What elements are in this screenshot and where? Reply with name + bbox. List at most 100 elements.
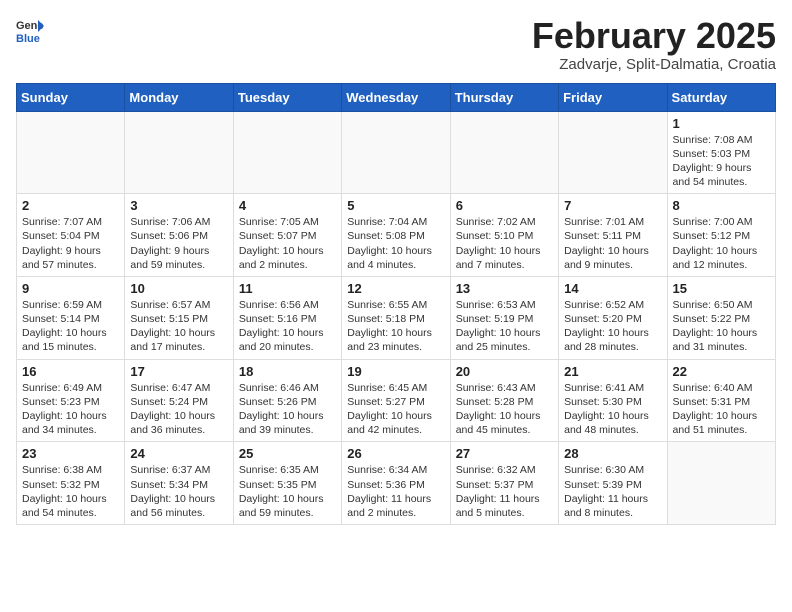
- day-number: 2: [22, 198, 119, 213]
- day-number: 15: [673, 281, 770, 296]
- day-number: 22: [673, 364, 770, 379]
- cell-daylight-info: Sunrise: 7:00 AM Sunset: 5:12 PM Dayligh…: [673, 215, 770, 272]
- calendar-cell: 25 Sunrise: 6:35 AM Sunset: 5:35 PM Dayli…: [233, 442, 341, 525]
- day-number: 18: [239, 364, 336, 379]
- cell-daylight-info: Sunrise: 7:08 AM Sunset: 5:03 PM Dayligh…: [673, 133, 770, 190]
- calendar-cell: 22 Sunrise: 6:40 AM Sunset: 5:31 PM Dayli…: [667, 359, 775, 442]
- calendar-week-row: 16 Sunrise: 6:49 AM Sunset: 5:23 PM Dayli…: [17, 359, 776, 442]
- calendar-cell: [667, 442, 775, 525]
- weekday-header: Saturday: [667, 83, 775, 111]
- calendar-cell: 21 Sunrise: 6:41 AM Sunset: 5:30 PM Dayli…: [559, 359, 667, 442]
- day-number: 4: [239, 198, 336, 213]
- day-number: 10: [130, 281, 227, 296]
- day-number: 8: [673, 198, 770, 213]
- cell-daylight-info: Sunrise: 6:38 AM Sunset: 5:32 PM Dayligh…: [22, 463, 119, 520]
- cell-daylight-info: Sunrise: 6:49 AM Sunset: 5:23 PM Dayligh…: [22, 381, 119, 438]
- calendar-cell: 10 Sunrise: 6:57 AM Sunset: 5:15 PM Dayli…: [125, 276, 233, 359]
- cell-daylight-info: Sunrise: 7:04 AM Sunset: 5:08 PM Dayligh…: [347, 215, 444, 272]
- day-number: 20: [456, 364, 553, 379]
- calendar-cell: 24Sunrise: 6:37 AM Sunset: 5:34 PM Dayli…: [125, 442, 233, 525]
- cell-daylight-info: Sunrise: 6:53 AM Sunset: 5:19 PM Dayligh…: [456, 298, 553, 355]
- day-number: 14: [564, 281, 661, 296]
- calendar-cell: 18Sunrise: 6:46 AM Sunset: 5:26 PM Dayli…: [233, 359, 341, 442]
- cell-daylight-info: Sunrise: 6:34 AM Sunset: 5:36 PM Dayligh…: [347, 463, 444, 520]
- calendar-week-row: 1 Sunrise: 7:08 AM Sunset: 5:03 PM Daylig…: [17, 111, 776, 194]
- cell-daylight-info: Sunrise: 7:02 AM Sunset: 5:10 PM Dayligh…: [456, 215, 553, 272]
- calendar-week-row: 2 Sunrise: 7:07 AM Sunset: 5:04 PM Daylig…: [17, 194, 776, 277]
- calendar-cell: [342, 111, 450, 194]
- calendar-cell: 20 Sunrise: 6:43 AM Sunset: 5:28 PM Dayli…: [450, 359, 558, 442]
- calendar-cell: 2 Sunrise: 7:07 AM Sunset: 5:04 PM Daylig…: [17, 194, 125, 277]
- calendar-cell: 8 Sunrise: 7:00 AM Sunset: 5:12 PM Daylig…: [667, 194, 775, 277]
- weekday-header: Wednesday: [342, 83, 450, 111]
- calendar-cell: 28Sunrise: 6:30 AM Sunset: 5:39 PM Dayli…: [559, 442, 667, 525]
- svg-text:Blue: Blue: [16, 33, 40, 44]
- day-number: 23: [22, 446, 119, 461]
- calendar-cell: 1 Sunrise: 7:08 AM Sunset: 5:03 PM Daylig…: [667, 111, 775, 194]
- weekday-header-row: SundayMondayTuesdayWednesdayThursdayFrid…: [17, 83, 776, 111]
- day-number: 17: [130, 364, 227, 379]
- calendar-cell: 16 Sunrise: 6:49 AM Sunset: 5:23 PM Dayli…: [17, 359, 125, 442]
- calendar-cell: 6Sunrise: 7:02 AM Sunset: 5:10 PM Daylig…: [450, 194, 558, 277]
- weekday-header: Tuesday: [233, 83, 341, 111]
- cell-daylight-info: Sunrise: 6:30 AM Sunset: 5:39 PM Dayligh…: [564, 463, 661, 520]
- logo-icon: General Blue: [16, 16, 44, 44]
- cell-daylight-info: Sunrise: 7:01 AM Sunset: 5:11 PM Dayligh…: [564, 215, 661, 272]
- day-number: 26: [347, 446, 444, 461]
- weekday-header: Thursday: [450, 83, 558, 111]
- calendar-cell: 5 Sunrise: 7:04 AM Sunset: 5:08 PM Daylig…: [342, 194, 450, 277]
- calendar-cell: 14 Sunrise: 6:52 AM Sunset: 5:20 PM Dayli…: [559, 276, 667, 359]
- cell-daylight-info: Sunrise: 6:43 AM Sunset: 5:28 PM Dayligh…: [456, 381, 553, 438]
- day-number: 11: [239, 281, 336, 296]
- weekday-header: Monday: [125, 83, 233, 111]
- calendar-cell: 27Sunrise: 6:32 AM Sunset: 5:37 PM Dayli…: [450, 442, 558, 525]
- cell-daylight-info: Sunrise: 6:50 AM Sunset: 5:22 PM Dayligh…: [673, 298, 770, 355]
- calendar-cell: [233, 111, 341, 194]
- calendar-cell: 13 Sunrise: 6:53 AM Sunset: 5:19 PM Dayli…: [450, 276, 558, 359]
- location-subtitle: Zadvarje, Split-Dalmatia, Croatia: [532, 56, 776, 73]
- cell-daylight-info: Sunrise: 6:52 AM Sunset: 5:20 PM Dayligh…: [564, 298, 661, 355]
- calendar-cell: 7 Sunrise: 7:01 AM Sunset: 5:11 PM Daylig…: [559, 194, 667, 277]
- calendar-cell: 3 Sunrise: 7:06 AM Sunset: 5:06 PM Daylig…: [125, 194, 233, 277]
- calendar-cell: 19 Sunrise: 6:45 AM Sunset: 5:27 PM Dayli…: [342, 359, 450, 442]
- day-number: 21: [564, 364, 661, 379]
- cell-daylight-info: Sunrise: 6:56 AM Sunset: 5:16 PM Dayligh…: [239, 298, 336, 355]
- day-number: 3: [130, 198, 227, 213]
- cell-daylight-info: Sunrise: 6:55 AM Sunset: 5:18 PM Dayligh…: [347, 298, 444, 355]
- calendar-cell: 11 Sunrise: 6:56 AM Sunset: 5:16 PM Dayli…: [233, 276, 341, 359]
- calendar-week-row: 23 Sunrise: 6:38 AM Sunset: 5:32 PM Dayli…: [17, 442, 776, 525]
- calendar-table: SundayMondayTuesdayWednesdayThursdayFrid…: [16, 83, 776, 525]
- day-number: 25: [239, 446, 336, 461]
- weekday-header: Friday: [559, 83, 667, 111]
- day-number: 7: [564, 198, 661, 213]
- day-number: 16: [22, 364, 119, 379]
- calendar-cell: [450, 111, 558, 194]
- day-number: 1: [673, 116, 770, 131]
- day-number: 19: [347, 364, 444, 379]
- calendar-cell: [17, 111, 125, 194]
- cell-daylight-info: Sunrise: 7:05 AM Sunset: 5:07 PM Dayligh…: [239, 215, 336, 272]
- calendar-cell: 9Sunrise: 6:59 AM Sunset: 5:14 PM Daylig…: [17, 276, 125, 359]
- day-number: 5: [347, 198, 444, 213]
- day-number: 13: [456, 281, 553, 296]
- calendar-cell: 15 Sunrise: 6:50 AM Sunset: 5:22 PM Dayli…: [667, 276, 775, 359]
- logo: General Blue: [16, 16, 44, 44]
- cell-daylight-info: Sunrise: 7:07 AM Sunset: 5:04 PM Dayligh…: [22, 215, 119, 272]
- cell-daylight-info: Sunrise: 6:45 AM Sunset: 5:27 PM Dayligh…: [347, 381, 444, 438]
- cell-daylight-info: Sunrise: 6:35 AM Sunset: 5:35 PM Dayligh…: [239, 463, 336, 520]
- calendar-cell: 12 Sunrise: 6:55 AM Sunset: 5:18 PM Dayli…: [342, 276, 450, 359]
- cell-daylight-info: Sunrise: 7:06 AM Sunset: 5:06 PM Dayligh…: [130, 215, 227, 272]
- calendar-cell: 23 Sunrise: 6:38 AM Sunset: 5:32 PM Dayli…: [17, 442, 125, 525]
- calendar-cell: 26 Sunrise: 6:34 AM Sunset: 5:36 PM Dayli…: [342, 442, 450, 525]
- cell-daylight-info: Sunrise: 6:37 AM Sunset: 5:34 PM Dayligh…: [130, 463, 227, 520]
- calendar-cell: 17 Sunrise: 6:47 AM Sunset: 5:24 PM Dayli…: [125, 359, 233, 442]
- cell-daylight-info: Sunrise: 6:47 AM Sunset: 5:24 PM Dayligh…: [130, 381, 227, 438]
- day-number: 12: [347, 281, 444, 296]
- title-area: February 2025 Zadvarje, Split-Dalmatia, …: [532, 16, 776, 73]
- cell-daylight-info: Sunrise: 6:32 AM Sunset: 5:37 PM Dayligh…: [456, 463, 553, 520]
- cell-daylight-info: Sunrise: 6:40 AM Sunset: 5:31 PM Dayligh…: [673, 381, 770, 438]
- cell-daylight-info: Sunrise: 6:41 AM Sunset: 5:30 PM Dayligh…: [564, 381, 661, 438]
- header: General Blue February 2025 Zadvarje, Spl…: [16, 16, 776, 73]
- cell-daylight-info: Sunrise: 6:57 AM Sunset: 5:15 PM Dayligh…: [130, 298, 227, 355]
- calendar-cell: [559, 111, 667, 194]
